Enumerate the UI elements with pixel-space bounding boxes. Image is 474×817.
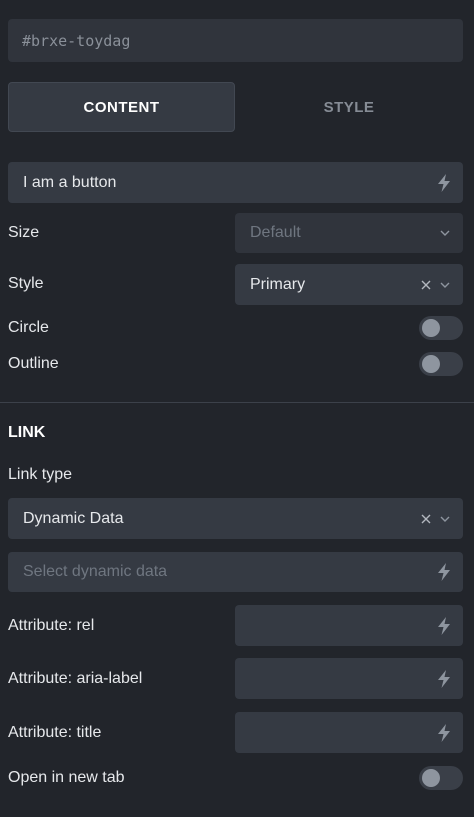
attr-rel-label: Attribute: rel bbox=[8, 617, 95, 634]
bolt-icon[interactable] bbox=[437, 723, 451, 742]
circle-label: Circle bbox=[8, 319, 49, 336]
close-icon[interactable] bbox=[421, 514, 431, 524]
link-type-label: Link type bbox=[8, 466, 73, 483]
element-id-text: #brxe-toydag bbox=[22, 31, 131, 50]
link-type-select[interactable]: Dynamic Data bbox=[8, 498, 463, 539]
section-divider bbox=[0, 402, 474, 403]
attr-aria-label-label: Attribute: aria-label bbox=[8, 670, 143, 687]
chevron-down-icon bbox=[440, 282, 450, 288]
toggle-knob bbox=[422, 319, 440, 337]
link-type-value: Dynamic Data bbox=[23, 509, 124, 527]
tab-content[interactable]: CONTENT bbox=[8, 82, 235, 132]
size-select-placeholder: Default bbox=[250, 224, 301, 241]
tab-style-label: STYLE bbox=[323, 98, 375, 116]
bolt-icon[interactable] bbox=[437, 669, 451, 688]
bolt-icon[interactable] bbox=[437, 616, 451, 635]
element-id-field[interactable]: #brxe-toydag bbox=[8, 19, 463, 62]
dynamic-data-input[interactable]: Select dynamic data bbox=[8, 552, 463, 592]
style-select[interactable]: Primary bbox=[235, 264, 463, 305]
new-tab-toggle[interactable] bbox=[419, 766, 463, 790]
button-text-value: I am a button bbox=[23, 173, 117, 191]
chevron-down-icon bbox=[440, 516, 450, 522]
attr-rel-input[interactable] bbox=[235, 605, 463, 646]
toggle-knob bbox=[422, 355, 440, 373]
style-label: Style bbox=[8, 275, 44, 292]
style-select-value: Primary bbox=[250, 275, 306, 293]
size-label: Size bbox=[8, 224, 40, 241]
bolt-icon[interactable] bbox=[437, 173, 451, 192]
attr-aria-label-input[interactable] bbox=[235, 658, 463, 699]
bolt-icon[interactable] bbox=[437, 563, 451, 581]
close-icon[interactable] bbox=[421, 280, 431, 290]
size-select[interactable]: Default bbox=[235, 213, 463, 253]
outline-toggle[interactable] bbox=[419, 352, 463, 376]
toggle-knob bbox=[422, 769, 440, 787]
attr-title-label: Attribute: title bbox=[8, 724, 102, 741]
tab-style[interactable]: STYLE bbox=[235, 82, 463, 132]
panel-tabs: CONTENT STYLE bbox=[8, 82, 463, 132]
outline-label: Outline bbox=[8, 355, 59, 372]
attr-title-input[interactable] bbox=[235, 712, 463, 753]
dynamic-data-placeholder: Select dynamic data bbox=[23, 563, 168, 580]
link-section-title[interactable]: LINK bbox=[8, 424, 45, 442]
tab-content-label: CONTENT bbox=[83, 98, 160, 116]
new-tab-label: Open in new tab bbox=[8, 769, 125, 786]
button-text-input[interactable]: I am a button bbox=[8, 162, 463, 203]
chevron-down-icon bbox=[440, 230, 450, 236]
settings-panel: #brxe-toydag CONTENT STYLE I am a button… bbox=[0, 0, 474, 817]
circle-toggle[interactable] bbox=[419, 316, 463, 340]
